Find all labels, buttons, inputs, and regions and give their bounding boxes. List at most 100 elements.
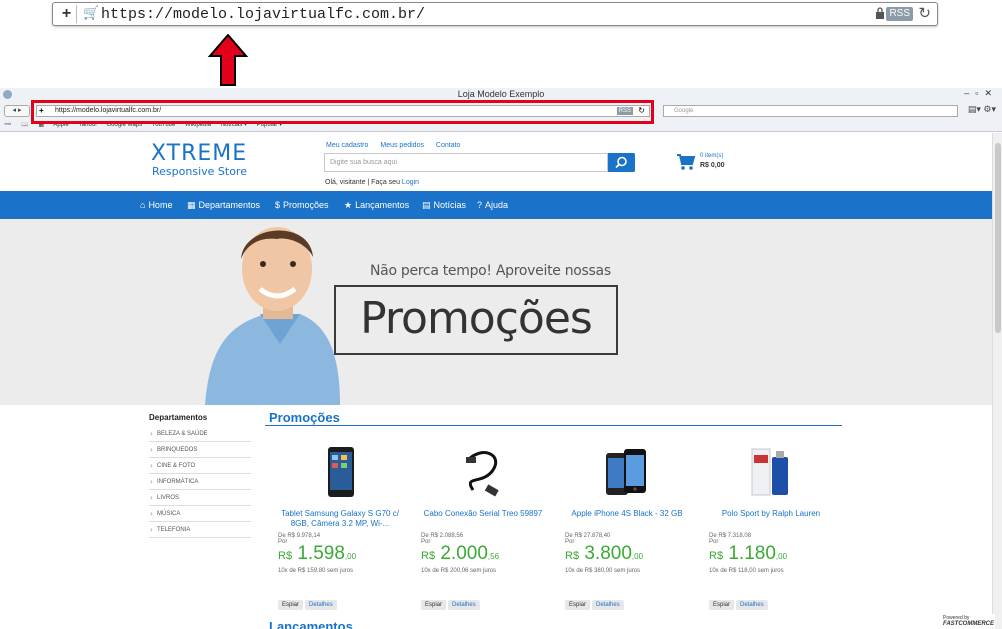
cart-icon[interactable]	[676, 153, 696, 171]
tablet-image[interactable]	[315, 445, 365, 499]
promo-banner[interactable]: Não perca tempo! Aproveite nossas Promoç…	[0, 219, 992, 405]
spy-button[interactable]: Espiar	[421, 600, 447, 610]
search-icon[interactable]	[608, 153, 635, 172]
product-price: R$ 1.598,00	[278, 543, 402, 566]
login-link[interactable]: Login	[402, 179, 419, 186]
nav-label: Ajuda	[485, 200, 509, 210]
link-contact[interactable]: Contato	[436, 142, 461, 149]
nav-departments[interactable]: ▦ Departamentos	[187, 191, 260, 219]
site-cart-favicon-icon: 🛒	[83, 5, 100, 20]
dept-phones[interactable]: TELEFONIA	[149, 522, 251, 538]
bookmarks-book-icon[interactable]: 📖	[21, 122, 28, 128]
serial-cable-image[interactable]	[458, 445, 508, 499]
dept-beauty[interactable]: BELEZA & SAÚDE	[149, 426, 251, 442]
address-bar-highlight	[31, 100, 654, 124]
grid-icon: ▦	[187, 200, 196, 210]
dept-toys[interactable]: BRINQUEDOS	[149, 442, 251, 458]
price-currency: R$	[421, 550, 436, 562]
dept-music[interactable]: MÚSICA	[149, 506, 251, 522]
reader-icon[interactable]: 👓	[4, 122, 11, 128]
nav-news[interactable]: ▤ Notícias	[422, 191, 466, 219]
nav-home[interactable]: ⌂ Home	[140, 191, 172, 219]
spy-button[interactable]: Espiar	[278, 600, 304, 610]
nav-label: Promoções	[283, 200, 329, 210]
promotions-title: Promoções	[269, 410, 340, 425]
window-controls[interactable]: –▫✕	[964, 88, 998, 99]
product-card: Polo Sport by Ralph Lauren De R$ 7.318,0…	[709, 445, 833, 611]
powered-by-badge[interactable]: Powered by FASTCOMMERCE	[942, 614, 995, 628]
spy-button[interactable]: Espiar	[565, 600, 591, 610]
nav-launches[interactable]: ★ Lançamentos	[344, 191, 409, 219]
smiling-man-image	[205, 227, 340, 405]
cart-total: R$ 0,00	[700, 162, 725, 169]
banner-headline: Promoções	[334, 285, 618, 355]
cart-items-count[interactable]: 0 item(s)	[700, 153, 723, 159]
price-cents: ,00	[631, 552, 644, 561]
powered-line2: FASTCOMMERCE	[943, 621, 994, 627]
nav-promotions[interactable]: $ Promoções	[275, 191, 329, 219]
dollar-icon: $	[275, 200, 281, 210]
home-icon: ⌂	[140, 200, 146, 210]
browser-search-input[interactable]: Google	[663, 105, 958, 117]
product-installments: 10x de R$ 200,06 sem juros	[421, 568, 497, 574]
product-card: Cabo Conexão Serial Treo 59897 De R$ 2.0…	[421, 445, 545, 611]
promotions-divider	[265, 425, 842, 426]
product-name[interactable]: Polo Sport by Ralph Lauren	[709, 509, 833, 529]
zoomed-address-bar[interactable]: + 🛒 https://modelo.lojavirtualfc.com.br/…	[52, 2, 938, 26]
nav-help[interactable]: ? Ajuda	[477, 191, 508, 219]
red-arrow-icon	[208, 34, 248, 86]
product-price: R$ 3.800,00	[565, 544, 689, 566]
launches-title: Lançamentos	[269, 619, 353, 629]
dept-books[interactable]: LIVROS	[149, 490, 251, 506]
details-button[interactable]: Detalhes	[736, 600, 768, 610]
spy-button[interactable]: Espiar	[709, 600, 735, 610]
details-button[interactable]: Detalhes	[305, 600, 337, 610]
zoomed-url-text[interactable]: https://modelo.lojavirtualfc.com.br/	[101, 5, 425, 24]
add-tab-icon[interactable]: +	[57, 5, 77, 23]
departments-sidebar: Departamentos BELEZA & SAÚDE BRINQUEDOS …	[149, 413, 251, 538]
help-icon: ?	[477, 200, 483, 210]
logo-main-text: XTREME	[151, 141, 248, 166]
nav-label: Home	[148, 200, 173, 210]
price-value: 2.000	[440, 543, 488, 564]
scrollbar-thumb[interactable]	[995, 143, 1001, 333]
star-icon: ★	[344, 200, 353, 210]
product-card: Apple iPhone 4S Black - 32 GB De R$ 27.8…	[565, 445, 689, 611]
back-forward-buttons[interactable]: ◂ ▸	[4, 105, 30, 117]
departments-title: Departamentos	[149, 413, 208, 422]
product-price: R$ 1.180,00	[709, 544, 833, 566]
product-name[interactable]: Apple iPhone 4S Black - 32 GB	[565, 509, 689, 529]
link-my-account[interactable]: Meu cadastro	[326, 142, 368, 149]
nav-label: Lançamentos	[355, 200, 410, 210]
store-logo[interactable]: XTREME Responsive Store	[151, 141, 248, 179]
details-button[interactable]: Detalhes	[592, 600, 624, 610]
product-installments: 10x de R$ 380,00 sem juros	[565, 568, 641, 574]
welcome-label: Olá, visitante | Faça seu	[325, 179, 400, 186]
price-currency: R$	[278, 550, 293, 562]
iphone-image[interactable]	[602, 445, 652, 499]
details-button[interactable]: Detalhes	[448, 600, 480, 610]
nav-label: Notícias	[433, 200, 467, 210]
product-installments: 10x de R$ 118,00 sem juros	[709, 568, 784, 574]
price-value: 1.598	[297, 543, 345, 564]
main-navigation: ⌂ Home ▦ Departamentos $ Promoções ★ Lançame…	[0, 191, 992, 219]
product-installments: 10x de R$ 159,80 sem juros	[278, 568, 354, 574]
reload-icon[interactable]: ↻	[918, 5, 931, 23]
dept-cine-photo[interactable]: CINE & FOTO	[149, 458, 251, 474]
lock-icon	[876, 7, 884, 19]
nav-label: Departamentos	[198, 200, 261, 210]
perfume-image[interactable]	[746, 445, 796, 499]
logo-sub-text: Responsive Store	[152, 165, 247, 178]
product-name[interactable]: Tablet Samsung Galaxy S G70 c/ 8GB, Câme…	[278, 509, 402, 529]
price-cents: ,00	[775, 552, 788, 561]
page-scrollbar[interactable]	[992, 133, 1002, 629]
link-my-orders[interactable]: Meus pedidos	[380, 142, 424, 149]
site-search-input[interactable]: Digite sua busca aqui	[324, 153, 608, 172]
dept-computers[interactable]: INFORMÁTICA	[149, 474, 251, 490]
price-currency: R$	[565, 550, 580, 562]
browser-logo-icon	[3, 90, 12, 99]
product-price: R$ 2.000,56	[421, 543, 545, 566]
product-name[interactable]: Cabo Conexão Serial Treo 59897	[421, 509, 545, 529]
rss-badge[interactable]: RSS	[886, 7, 913, 21]
page-and-settings-icons[interactable]: ▤▾ ⚙▾	[968, 104, 996, 115]
